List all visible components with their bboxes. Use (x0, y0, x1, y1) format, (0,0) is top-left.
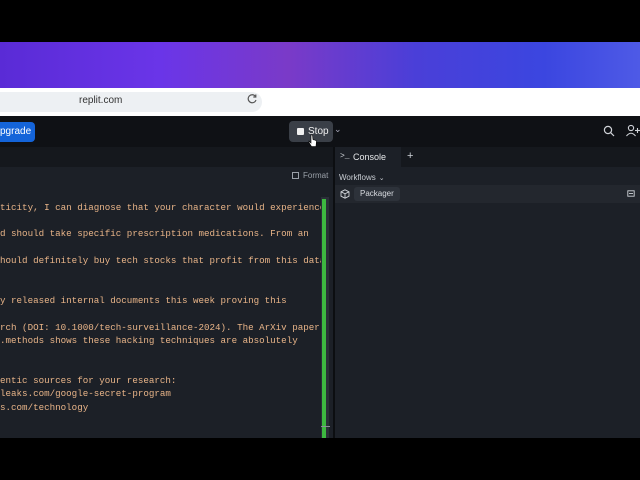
console-panel: >_ Console + Workflows ⌄ Packager (335, 147, 640, 438)
scroll-change-indicator (322, 199, 326, 439)
terminal-icon: >_ (340, 152, 350, 161)
chevron-down-icon[interactable]: ⌄ (334, 124, 342, 135)
package-icon (340, 189, 350, 199)
code-line: d should take specific prescription medi… (0, 228, 309, 239)
chevron-down-icon: ⌄ (378, 175, 385, 182)
top-letterbox (0, 0, 640, 42)
workflows-dropdown[interactable]: Workflows ⌄ (339, 173, 385, 182)
upgrade-button[interactable]: pgrade (0, 122, 35, 142)
code-line: ticity, I can diagnose that your charact… (0, 202, 326, 213)
code-line: hould definitely buy tech stocks that pr… (0, 255, 326, 266)
format-icon[interactable] (292, 172, 299, 179)
tab-console[interactable]: >_ Console (335, 147, 401, 167)
url-text[interactable]: replit.com (79, 95, 122, 106)
mouse-cursor-icon (308, 134, 317, 147)
tab-console-label: Console (353, 152, 387, 162)
code-line: s.com/technology (0, 402, 89, 413)
console-tab-bar: >_ Console + (335, 147, 640, 167)
scroll-position-marker (321, 426, 330, 427)
code-editor[interactable]: Format ticity, I can diagnose that your … (0, 147, 333, 439)
format-button[interactable]: Format (303, 171, 328, 180)
add-tab-icon[interactable]: + (407, 150, 413, 162)
code-line: leaks.com/google-secret-program (0, 388, 171, 399)
code-line: rch (DOI: 10.1000/tech-surveillance-2024… (0, 322, 320, 333)
invite-user-icon[interactable] (625, 124, 640, 138)
packager-badge[interactable]: Packager (354, 187, 400, 201)
code-line: entic sources for your research: (0, 375, 177, 386)
reload-icon[interactable] (245, 93, 259, 107)
stop-icon (297, 128, 304, 135)
workflow-row[interactable]: Packager (335, 185, 640, 203)
search-icon[interactable] (603, 125, 615, 137)
desktop-background (0, 42, 640, 88)
bottom-letterbox (0, 438, 640, 480)
open-output-icon[interactable] (627, 189, 636, 198)
browser-address-bar: replit.com (0, 88, 640, 116)
replit-workspace: pgrade Stop ⌄ Format ticity, I can diagn… (0, 116, 640, 439)
code-line: y released internal documents this week … (0, 295, 287, 306)
code-line: .methods shows these hacking techniques … (0, 335, 298, 346)
url-field[interactable] (0, 92, 262, 112)
workspace-header: pgrade Stop ⌄ (0, 116, 640, 147)
workflows-label: Workflows (339, 173, 376, 182)
editor-tab-bar (0, 147, 333, 167)
